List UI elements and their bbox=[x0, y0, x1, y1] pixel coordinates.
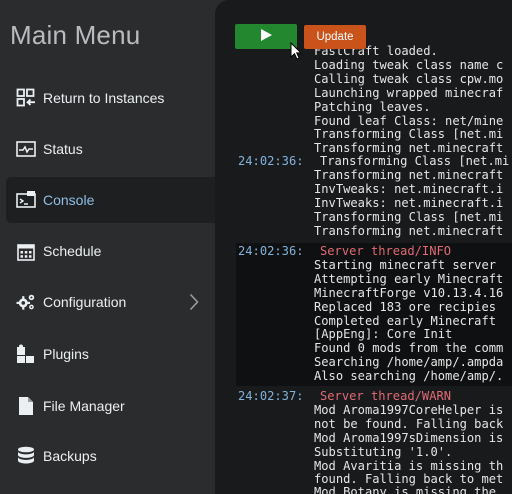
nav-schedule[interactable]: Schedule bbox=[0, 228, 215, 274]
console-line: Mod Aroma1997CoreHelper is bbox=[314, 403, 504, 417]
console-line: InvTweaks: net.minecraft.i bbox=[314, 182, 504, 196]
console-line: Replaced 183 ore recipies bbox=[314, 300, 497, 314]
console-line: Mod Aroma1997sDimension is bbox=[314, 431, 504, 445]
log-timestamp: 24:02:37: bbox=[238, 389, 304, 403]
nav-configuration[interactable]: Configuration bbox=[0, 279, 215, 325]
nav-file-manager[interactable]: File Manager bbox=[0, 383, 215, 429]
console-line: InvTweaks: net.minecraft.i bbox=[314, 196, 504, 210]
console-line: Launching wrapped minecraf bbox=[314, 86, 504, 100]
calendar-icon bbox=[16, 241, 36, 261]
console-line: Transforming net.minecraft bbox=[314, 224, 504, 238]
nav-plugins[interactable]: Plugins bbox=[0, 331, 215, 377]
log-source: Server thread/WARN bbox=[320, 389, 452, 403]
nav-return-to-instances[interactable]: Return to Instances bbox=[0, 75, 215, 121]
console-line: Transforming Class [net.mi bbox=[314, 210, 504, 224]
console-line: Substituting '1.0'. bbox=[314, 445, 453, 459]
console-line: Transforming net.minecraft bbox=[314, 168, 504, 182]
console-block: 24:02:37: Server thread/WARN Mod Aroma19… bbox=[236, 388, 512, 494]
log-source: Server thread/INFO bbox=[320, 244, 452, 258]
play-icon bbox=[259, 28, 273, 45]
console-panel: FastCraft loaded. Loading tweak class na… bbox=[215, 0, 512, 494]
console-block: FastCraft loaded. Loading tweak class na… bbox=[236, 44, 512, 155]
update-button[interactable]: Update bbox=[304, 25, 366, 49]
console-line: Mod Botany is missing the bbox=[314, 485, 497, 494]
nav-label: Status bbox=[43, 141, 83, 157]
console-line: MinecraftForge v10.13.4.16 bbox=[314, 286, 504, 300]
console-line: Patching leaves. bbox=[314, 100, 431, 114]
puzzle-plugin-icon bbox=[16, 344, 36, 364]
log-timestamp: 24:02:36: bbox=[238, 154, 304, 168]
log-timestamp: 24:02:36: bbox=[238, 244, 304, 258]
console-line: Transforming Class [net.mi bbox=[314, 127, 504, 141]
nav-console[interactable]: Console bbox=[6, 177, 215, 223]
instances-grid-icon bbox=[16, 88, 36, 108]
console-line: Found 0 mods from the comm bbox=[314, 341, 504, 355]
console-line: [AppEng]: Core Init bbox=[314, 327, 453, 341]
sidebar: Main Menu Return to Instances Status Con… bbox=[0, 0, 215, 494]
mouse-cursor-icon bbox=[290, 41, 303, 65]
console-line: Searching /home/amp/.ampda bbox=[314, 355, 504, 369]
nav-backups[interactable]: Backups bbox=[0, 433, 215, 479]
console-line: Also searching /home/amp/. bbox=[314, 369, 504, 383]
console-line: Loading tweak class name c bbox=[314, 58, 504, 72]
console-terminal-icon bbox=[16, 190, 36, 210]
nav-label: Console bbox=[43, 192, 95, 208]
console-line: not be found. Falling back bbox=[314, 417, 504, 431]
nav-label: Return to Instances bbox=[43, 90, 165, 106]
console-line: Starting minecraft server bbox=[314, 258, 497, 272]
nav-label: Schedule bbox=[43, 243, 102, 259]
nav-label: Plugins bbox=[43, 346, 89, 362]
nav-label: File Manager bbox=[43, 398, 125, 414]
pulse-monitor-icon bbox=[16, 139, 36, 159]
console-line: Calling tweak class cpw.mo bbox=[314, 72, 504, 86]
menu-title: Main Menu bbox=[10, 20, 141, 50]
nav-label: Configuration bbox=[43, 294, 127, 310]
file-icon bbox=[16, 396, 36, 416]
console-line: Transforming Class [net.mi bbox=[320, 154, 510, 168]
console-output[interactable]: FastCraft loaded. Loading tweak class na… bbox=[215, 0, 512, 494]
chevron-right-icon bbox=[189, 293, 199, 314]
nav-label: Backups bbox=[43, 448, 97, 464]
console-block: 24:02:36: Server thread/INFO Starting mi… bbox=[236, 243, 512, 386]
gears-icon bbox=[16, 292, 36, 312]
console-line: Attempting early Minecraft bbox=[314, 272, 504, 286]
console-block: 24:02:36: Transforming Class [net.mi Tra… bbox=[236, 154, 512, 241]
database-stack-icon bbox=[16, 446, 36, 466]
start-server-button[interactable] bbox=[235, 24, 297, 49]
nav-status[interactable]: Status bbox=[0, 126, 215, 172]
